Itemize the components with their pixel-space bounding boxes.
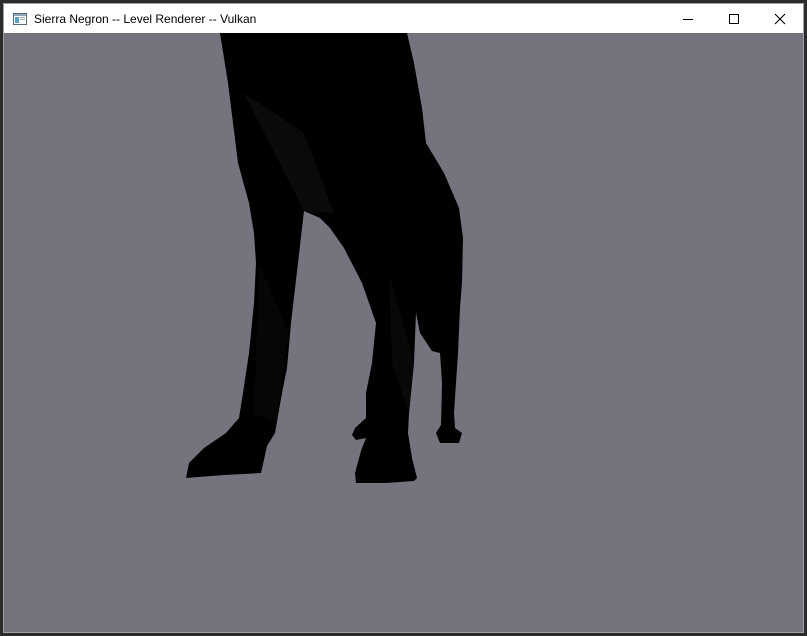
app-window: Sierra Negron -- Level Renderer -- Vulka…: [3, 3, 804, 633]
left-front-leg: [186, 33, 463, 483]
app-window-icon: [12, 11, 28, 27]
render-viewport[interactable]: [4, 33, 803, 632]
close-icon: [774, 13, 786, 24]
maximize-icon: [729, 13, 739, 24]
minimize-button[interactable]: [665, 4, 711, 33]
maximize-button[interactable]: [711, 4, 757, 33]
minimize-icon: [683, 18, 693, 20]
title-bar[interactable]: Sierra Negron -- Level Renderer -- Vulka…: [4, 4, 803, 33]
window-controls: [665, 4, 803, 33]
window-title: Sierra Negron -- Level Renderer -- Vulka…: [34, 11, 257, 26]
close-button[interactable]: [757, 4, 803, 33]
animal-legs-silhouette: [186, 33, 463, 483]
